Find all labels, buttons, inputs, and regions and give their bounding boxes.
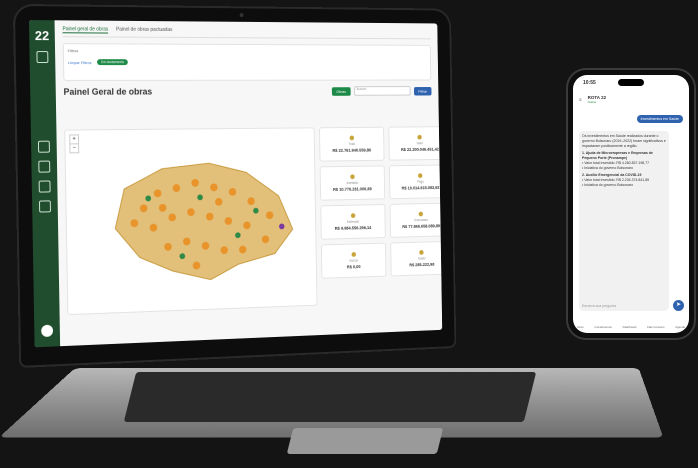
phone-notch bbox=[618, 79, 644, 86]
stat-value: R$ 9.984.556.296,14 bbox=[334, 225, 372, 231]
bot-line: • Iniciativa do governo Bolsonaro bbox=[582, 183, 634, 187]
sidebar-icon-users[interactable] bbox=[38, 180, 51, 193]
obras-button[interactable]: Obras bbox=[331, 86, 351, 96]
stat-card: Investido R$ 10.776.261.000,69 bbox=[319, 165, 385, 201]
stat-label: Pago bbox=[417, 179, 424, 184]
phone-screen: 10:55 ≡ ROTA 22 Online investimentos em … bbox=[573, 75, 689, 333]
filters-panel: Filtros Limpar Filtros Em Andamento bbox=[62, 43, 432, 81]
chat-header: ≡ ROTA 22 Online bbox=[579, 95, 683, 104]
stat-card: Estimado R$ 9.984.556.296,14 bbox=[320, 204, 386, 240]
tabs: Painel geral de obras Painel de obras pa… bbox=[62, 26, 431, 40]
app-logo[interactable]: 22 bbox=[35, 28, 49, 43]
bot-line: 1. Ajuda de Microempresas e Empresas de … bbox=[582, 151, 653, 160]
nav-item-fale-conosco[interactable]: Fale Conosco bbox=[647, 325, 664, 329]
user-message: investimentos em Saúde bbox=[636, 115, 683, 123]
phone: 10:55 ≡ ROTA 22 Online investimentos em … bbox=[568, 70, 694, 338]
scene: 22 Painel geral de obras Painel de obras… bbox=[0, 0, 698, 468]
stat-label: Executado bbox=[414, 218, 428, 223]
stat-card: Pago R$ 10.014.615.083,92 bbox=[388, 164, 443, 200]
stat-icon bbox=[349, 174, 355, 180]
stat-value: R$ 10.014.615.083,92 bbox=[401, 185, 440, 191]
state-map bbox=[104, 148, 302, 288]
filter-button[interactable]: Filtrar bbox=[413, 86, 432, 96]
stat-icon bbox=[349, 135, 354, 141]
send-icon[interactable]: ➤ bbox=[673, 300, 684, 311]
stat-label: Valor bbox=[416, 141, 424, 146]
chat-title-block: ROTA 22 Online bbox=[588, 95, 607, 104]
laptop-screen: 22 Painel geral de obras Painel de obras… bbox=[28, 20, 443, 348]
stat-value: R$ 22.761.940.559,86 bbox=[332, 147, 372, 153]
stat-card: Executado R$ 77.666.658.089,89 bbox=[389, 202, 443, 238]
stat-icon bbox=[350, 213, 356, 219]
nav-item-investimentos[interactable]: Investimentos bbox=[595, 325, 612, 329]
filters-label: Filtros bbox=[67, 48, 79, 54]
nav-item-agenda[interactable]: Agenda bbox=[675, 325, 685, 329]
main-content: Painel geral de obras Painel de obras pa… bbox=[55, 20, 443, 346]
bot-line: Os investimentos em Saúde realizados dur… bbox=[582, 134, 666, 148]
page-title: Painel Geral de obras bbox=[63, 86, 153, 97]
stats-grid: Total R$ 22.761.940.559,86 Valor R$ 22.200… bbox=[319, 126, 443, 279]
avatar[interactable] bbox=[41, 324, 54, 338]
stat-icon bbox=[419, 250, 424, 255]
stat-icon bbox=[351, 252, 356, 257]
stat-card: Saldo R$ 285.222,98 bbox=[389, 240, 443, 277]
tab-painel-geral[interactable]: Painel geral de obras bbox=[62, 26, 109, 34]
chat-status: Online bbox=[587, 100, 597, 104]
bot-message: Os investimentos em Saúde realizados dur… bbox=[579, 131, 669, 307]
nav-item-inicio[interactable]: Início bbox=[577, 325, 584, 329]
tab-obras-pactuadas[interactable]: Painel de obras pactuadas bbox=[116, 27, 172, 34]
stat-value: R$ 22.200.046.451,42 bbox=[400, 146, 439, 152]
stat-label: Outros bbox=[349, 258, 359, 263]
stat-value: R$ 285.222,98 bbox=[409, 261, 435, 268]
stat-card: Total R$ 22.761.940.559,86 bbox=[319, 126, 385, 162]
stat-value: R$ 10.776.261.000,69 bbox=[333, 186, 372, 192]
stat-label: Saldo bbox=[418, 256, 426, 261]
sidebar-icon-menu[interactable] bbox=[36, 51, 49, 64]
status-time: 10:55 bbox=[583, 80, 596, 86]
stat-label: Total bbox=[348, 142, 355, 147]
active-filter-chip[interactable]: Em Andamento bbox=[97, 59, 129, 66]
stat-icon bbox=[418, 173, 423, 179]
laptop-lid: 22 Painel geral de obras Painel de obras… bbox=[14, 5, 455, 366]
stat-value: R$ 0,00 bbox=[346, 264, 361, 270]
menu-icon[interactable]: ≡ bbox=[579, 97, 582, 102]
camera bbox=[239, 13, 244, 18]
sidebar-icon-docs[interactable] bbox=[38, 200, 51, 213]
clear-filters-link[interactable]: Limpar Filtros bbox=[68, 60, 92, 65]
chat-input[interactable]: Escreva sua pergunta bbox=[579, 301, 669, 311]
stat-label: Estimado bbox=[346, 219, 360, 224]
stat-value: R$ 77.666.658.089,89 bbox=[402, 223, 441, 230]
stat-card: Valor R$ 22.200.046.451,42 bbox=[387, 126, 443, 161]
stat-card: Outros R$ 0,00 bbox=[320, 242, 386, 279]
map-panel[interactable]: + − bbox=[64, 127, 318, 316]
page-header: Painel Geral de obras Obras Buscar Filtr… bbox=[63, 86, 432, 97]
bot-line: • Iniciativa do governo Bolsonaro bbox=[582, 166, 634, 170]
zoom-out-button[interactable]: − bbox=[69, 143, 80, 154]
filter-row: Limpar Filtros Em Andamento bbox=[68, 59, 427, 66]
bottom-nav: Início Investimentos Dashboard Fale Cono… bbox=[577, 325, 685, 329]
sidebar-icon-map[interactable] bbox=[38, 160, 51, 173]
nav-item-dashboard[interactable]: Dashboard bbox=[623, 325, 637, 329]
trackpad bbox=[286, 428, 444, 454]
search-input[interactable]: Buscar bbox=[353, 86, 411, 96]
sidebar-icon-dashboard[interactable] bbox=[37, 140, 50, 153]
keyboard bbox=[123, 372, 537, 422]
stat-icon bbox=[417, 134, 423, 140]
stat-icon bbox=[418, 211, 424, 217]
stat-label: Investido bbox=[346, 180, 359, 185]
